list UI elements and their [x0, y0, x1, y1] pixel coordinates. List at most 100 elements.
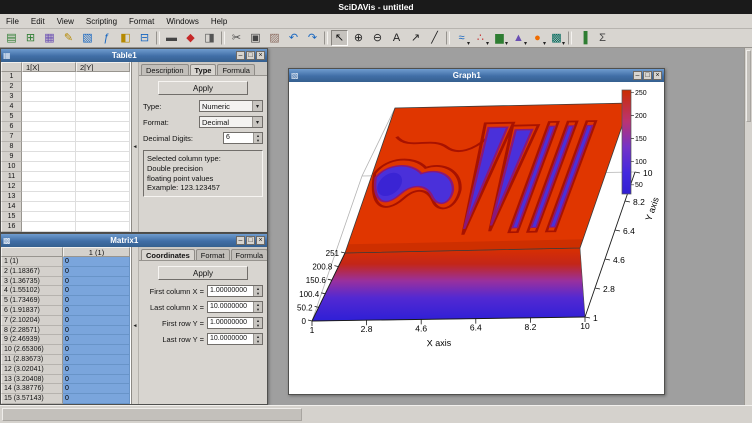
- row-header[interactable]: 3: [1, 92, 22, 102]
- matrix-row-header[interactable]: 15 (3.57143): [1, 394, 63, 404]
- matrix-cell-selected[interactable]: 0: [63, 306, 130, 316]
- close-button[interactable]: ×: [653, 71, 662, 80]
- tab-formula[interactable]: Formula: [231, 249, 267, 260]
- table-cell[interactable]: [22, 222, 76, 232]
- table-cell[interactable]: [22, 132, 76, 142]
- cut-button[interactable]: ✂: [228, 30, 245, 46]
- redo-button[interactable]: ↷: [304, 30, 321, 46]
- menu-view[interactable]: View: [51, 14, 80, 28]
- tab-coordinates[interactable]: Coordinates: [141, 249, 195, 260]
- menu-scripting[interactable]: Scripting: [80, 14, 123, 28]
- row-header[interactable]: 12: [1, 182, 22, 192]
- surface-3d-plot-button[interactable]: ▩ ▾: [548, 30, 565, 46]
- matrix1-titlebar[interactable]: ▩ Matrix1 – □ ×: [1, 234, 267, 247]
- matrix-cell-selected[interactable]: 0: [63, 384, 130, 394]
- new-matrix-button[interactable]: ▦: [41, 30, 58, 46]
- table-cell[interactable]: [22, 192, 76, 202]
- table-cell[interactable]: [22, 122, 76, 132]
- menu-help[interactable]: Help: [205, 14, 233, 28]
- table-cell[interactable]: [22, 172, 76, 182]
- table-cell[interactable]: [76, 122, 130, 132]
- matrix-row-header[interactable]: 6 (1.91837): [1, 306, 63, 316]
- scatter-plot-button[interactable]: ∴ ▾: [472, 30, 489, 46]
- spin-down-icon[interactable]: ▾: [254, 307, 262, 312]
- row-header[interactable]: 4: [1, 102, 22, 112]
- export-pdf-button[interactable]: ◆: [182, 30, 199, 46]
- horizontal-scrollbar-thumb[interactable]: [2, 408, 302, 421]
- column-header-y[interactable]: 2[Y]: [76, 62, 130, 72]
- table-cell[interactable]: [76, 132, 130, 142]
- spin-down-icon[interactable]: ▾: [254, 339, 262, 344]
- row-header[interactable]: 10: [1, 162, 22, 172]
- matrix-cell-selected[interactable]: 0: [63, 267, 130, 277]
- row-header[interactable]: 2: [1, 82, 22, 92]
- open-project-button[interactable]: ◧: [117, 30, 134, 46]
- matrix-cell-selected[interactable]: 0: [63, 277, 130, 287]
- copy-button[interactable]: ▣: [247, 30, 264, 46]
- row-header[interactable]: 15: [1, 212, 22, 222]
- paste-button[interactable]: ▨: [266, 30, 283, 46]
- add-text-button[interactable]: A: [388, 30, 405, 46]
- restore-button[interactable]: □: [246, 236, 255, 245]
- matrix-cell-selected[interactable]: 0: [63, 394, 130, 404]
- matrix-cell-selected[interactable]: 0: [63, 345, 130, 355]
- undo-button[interactable]: ↶: [285, 30, 302, 46]
- format-combo[interactable]: Decimal ▾: [199, 116, 263, 128]
- new-table-button[interactable]: ⊞: [22, 30, 39, 46]
- matrix-row-header[interactable]: 3 (1.36735): [1, 277, 63, 287]
- apply-button[interactable]: Apply: [158, 81, 248, 95]
- table-cell[interactable]: [76, 172, 130, 182]
- new-function-plot-button[interactable]: ƒ: [98, 30, 115, 46]
- table-cell[interactable]: [76, 192, 130, 202]
- save-project-button[interactable]: ⊟: [136, 30, 153, 46]
- first-column-x-field[interactable]: 1.00000000 ▴ ▾: [207, 285, 263, 297]
- table-cell[interactable]: [76, 152, 130, 162]
- zoom-out-button[interactable]: ⊖: [369, 30, 386, 46]
- vertical-scrollbar-thumb[interactable]: [746, 50, 751, 122]
- matrix-row-header[interactable]: 4 (1.55102): [1, 286, 63, 296]
- menu-edit[interactable]: Edit: [25, 14, 51, 28]
- minimize-button[interactable]: –: [236, 51, 245, 60]
- menu-format[interactable]: Format: [123, 14, 160, 28]
- row-header[interactable]: 9: [1, 152, 22, 162]
- menu-file[interactable]: File: [0, 14, 25, 28]
- matrix-column-header[interactable]: 1 (1): [63, 247, 130, 257]
- matrix-cell-selected[interactable]: 0: [63, 365, 130, 375]
- corner-cell[interactable]: [1, 62, 22, 72]
- table-cell[interactable]: [22, 152, 76, 162]
- table-cell[interactable]: [22, 212, 76, 222]
- spin-down-icon[interactable]: ▾: [254, 138, 262, 143]
- matrix-cell-selected[interactable]: 0: [63, 286, 130, 296]
- table-cell[interactable]: [22, 92, 76, 102]
- tab-format[interactable]: Format: [196, 249, 230, 260]
- last-column-x-field[interactable]: 10.0000000 ▴ ▾: [207, 301, 263, 313]
- matrix-cell-selected[interactable]: 0: [63, 257, 130, 267]
- apply-button[interactable]: Apply: [158, 266, 248, 280]
- table-cell[interactable]: [22, 162, 76, 172]
- table-cell[interactable]: [76, 162, 130, 172]
- last-row-y-field[interactable]: 10.0000000 ▴ ▾: [207, 333, 263, 345]
- matrix-row-header[interactable]: 10 (2.65306): [1, 345, 63, 355]
- matrix-cell-selected[interactable]: 0: [63, 355, 130, 365]
- close-button[interactable]: ×: [256, 236, 265, 245]
- restore-button[interactable]: □: [643, 71, 652, 80]
- table-cell[interactable]: [76, 142, 130, 152]
- horizontal-scrollbar[interactable]: [0, 405, 752, 423]
- row-header[interactable]: 14: [1, 202, 22, 212]
- menu-windows[interactable]: Windows: [160, 14, 204, 28]
- spin-down-icon[interactable]: ▾: [254, 323, 262, 328]
- line-plot-button[interactable]: ≈ ▾: [453, 30, 470, 46]
- table-cell[interactable]: [76, 222, 130, 232]
- vertical-scrollbar[interactable]: [744, 48, 752, 405]
- type-combo[interactable]: Numeric ▾: [199, 100, 263, 112]
- minimize-button[interactable]: –: [236, 236, 245, 245]
- minimize-button[interactable]: –: [633, 71, 642, 80]
- row-header[interactable]: 7: [1, 132, 22, 142]
- matrix-row-header[interactable]: 8 (2.28571): [1, 326, 63, 336]
- table-cell[interactable]: [22, 112, 76, 122]
- table-cell[interactable]: [22, 72, 76, 82]
- matrix-row-header[interactable]: 7 (2.10204): [1, 316, 63, 326]
- table-cell[interactable]: [76, 202, 130, 212]
- matrix1-panel-splitter[interactable]: ◄: [132, 247, 139, 404]
- matrix-row-header[interactable]: 12 (3.02041): [1, 365, 63, 375]
